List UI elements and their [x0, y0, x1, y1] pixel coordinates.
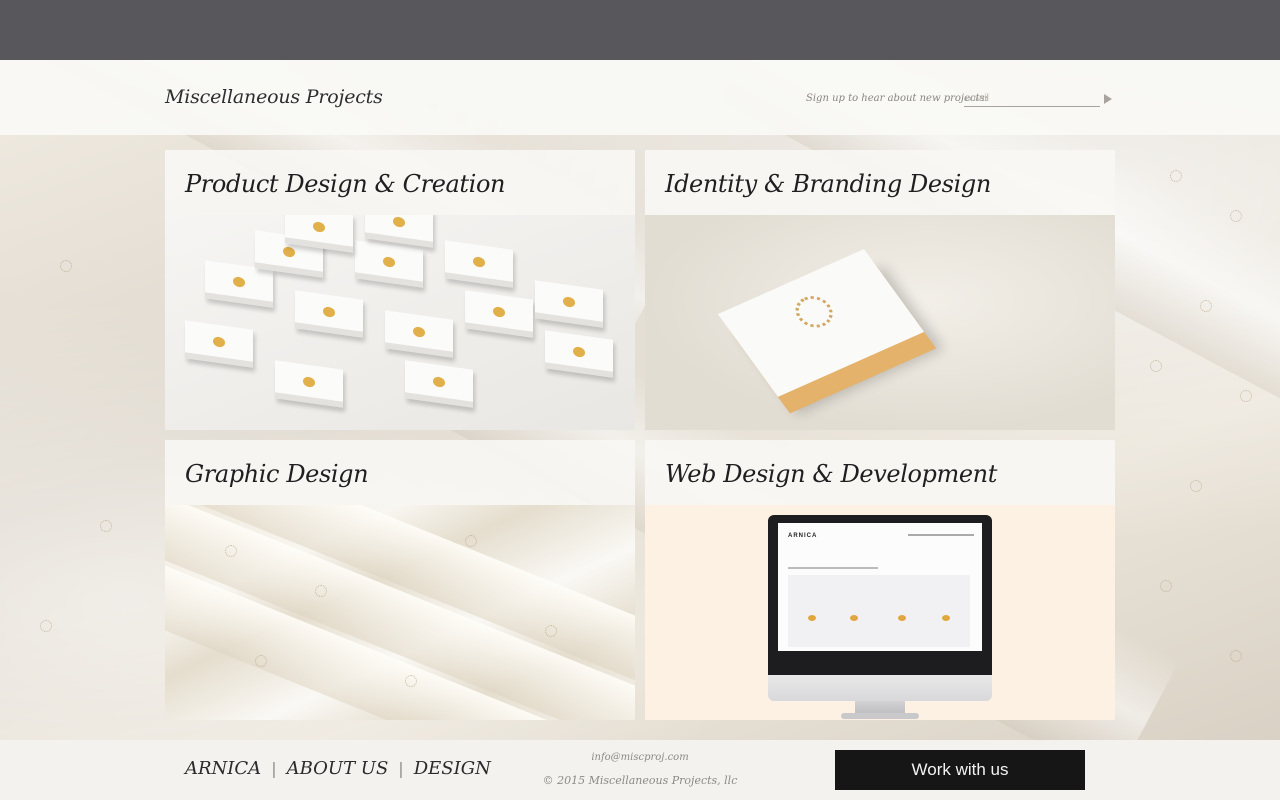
identity-branding-image [645, 215, 1115, 430]
site-logo[interactable]: Miscellaneous Projects [165, 86, 383, 108]
monitor-mockup: ARNICA [768, 515, 992, 675]
signup-label: Sign up to hear about new projects: [806, 93, 989, 104]
product-design-image [165, 215, 635, 430]
submit-arrow-icon[interactable] [1104, 94, 1112, 104]
footer-nav: ARNICA | ABOUT US | DESIGN [185, 758, 491, 779]
tile-label: Web Design & Development [645, 440, 1115, 505]
tile-product-design[interactable]: Product Design & Creation [165, 150, 635, 430]
monitor-brand: ARNICA [788, 533, 818, 539]
footer-link-arnica[interactable]: ARNICA [185, 758, 261, 779]
tile-title: Web Design & Development [665, 460, 997, 488]
contact-email[interactable]: info@miscproj.com [540, 752, 740, 763]
tile-web-design[interactable]: ARNICA Web Design & Development [645, 440, 1115, 720]
tile-label: Product Design & Creation [165, 150, 635, 215]
email-input[interactable] [964, 91, 1100, 107]
tile-title: Graphic Design [185, 460, 369, 488]
tile-title: Identity & Branding Design [665, 170, 991, 198]
tile-label: Identity & Branding Design [645, 150, 1115, 215]
web-design-image: ARNICA [645, 505, 1115, 720]
tile-identity-branding[interactable]: Identity & Branding Design [645, 150, 1115, 430]
top-bar [0, 0, 1280, 60]
footer-link-about-us[interactable]: ABOUT US [287, 758, 389, 779]
nav-separator: | [271, 759, 277, 778]
tile-label: Graphic Design [165, 440, 635, 505]
tile-graphic-design[interactable]: Graphic Design [165, 440, 635, 720]
footer-link-design[interactable]: DESIGN [414, 758, 491, 779]
nav-separator: | [398, 759, 404, 778]
tile-title: Product Design & Creation [185, 170, 506, 198]
work-with-us-button[interactable]: Work with us [835, 750, 1085, 790]
copyright-text: © 2015 Miscellaneous Projects, llc [542, 774, 738, 787]
graphic-design-image [165, 505, 635, 720]
